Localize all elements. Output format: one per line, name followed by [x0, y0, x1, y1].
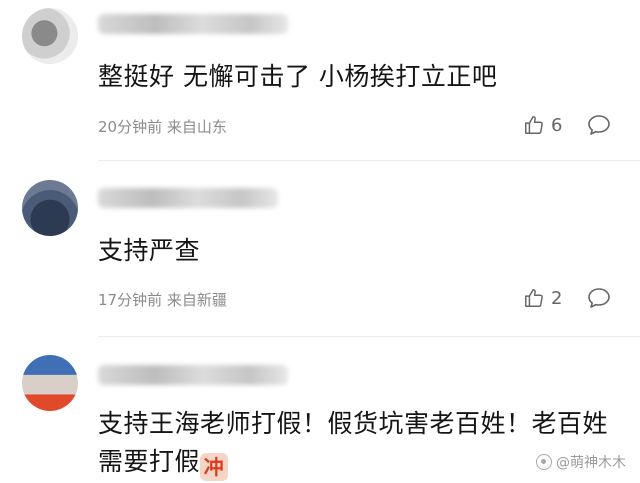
- like-button[interactable]: 2: [523, 287, 562, 309]
- divider: [98, 160, 640, 161]
- avatar[interactable]: [22, 355, 78, 411]
- username-blurred[interactable]: [98, 188, 278, 208]
- speech-bubble-icon: [588, 115, 610, 135]
- comment-text: 支持王海老师打假！假货坑害老百姓！老百姓需要打假: [98, 409, 609, 476]
- thumbs-up-icon: [525, 116, 543, 134]
- comment-location: 来自山东: [166, 118, 227, 136]
- comment-location: 来自新疆: [166, 291, 227, 309]
- like-button[interactable]: 6: [523, 114, 562, 136]
- comment-time: 20分钟前: [98, 118, 163, 136]
- avatar[interactable]: [22, 180, 78, 236]
- comment-content: 整挺好 无懈可击了 小杨挨打立正吧: [98, 62, 498, 91]
- like-count: 2: [551, 287, 563, 309]
- comment-meta: 20分钟前 来自山东: [98, 116, 227, 137]
- chong-emoji-icon: 冲: [200, 453, 229, 481]
- like-count: 6: [551, 114, 563, 136]
- watermark-text: @萌神木木: [556, 455, 626, 471]
- thumbs-up-icon: [525, 289, 543, 307]
- watermark-logo-icon: [536, 454, 552, 470]
- username-blurred[interactable]: [98, 365, 288, 385]
- watermark: @萌神木木: [536, 452, 626, 472]
- reply-button[interactable]: [587, 114, 611, 140]
- comment-meta: 17分钟前 来自新疆: [98, 289, 227, 310]
- username-blurred[interactable]: [98, 14, 288, 34]
- divider: [98, 336, 640, 337]
- avatar[interactable]: [22, 8, 78, 64]
- comment-content: 支持严查: [98, 236, 201, 265]
- comment-time: 17分钟前: [98, 291, 163, 309]
- reply-button[interactable]: [587, 287, 611, 313]
- speech-bubble-icon: [588, 288, 610, 308]
